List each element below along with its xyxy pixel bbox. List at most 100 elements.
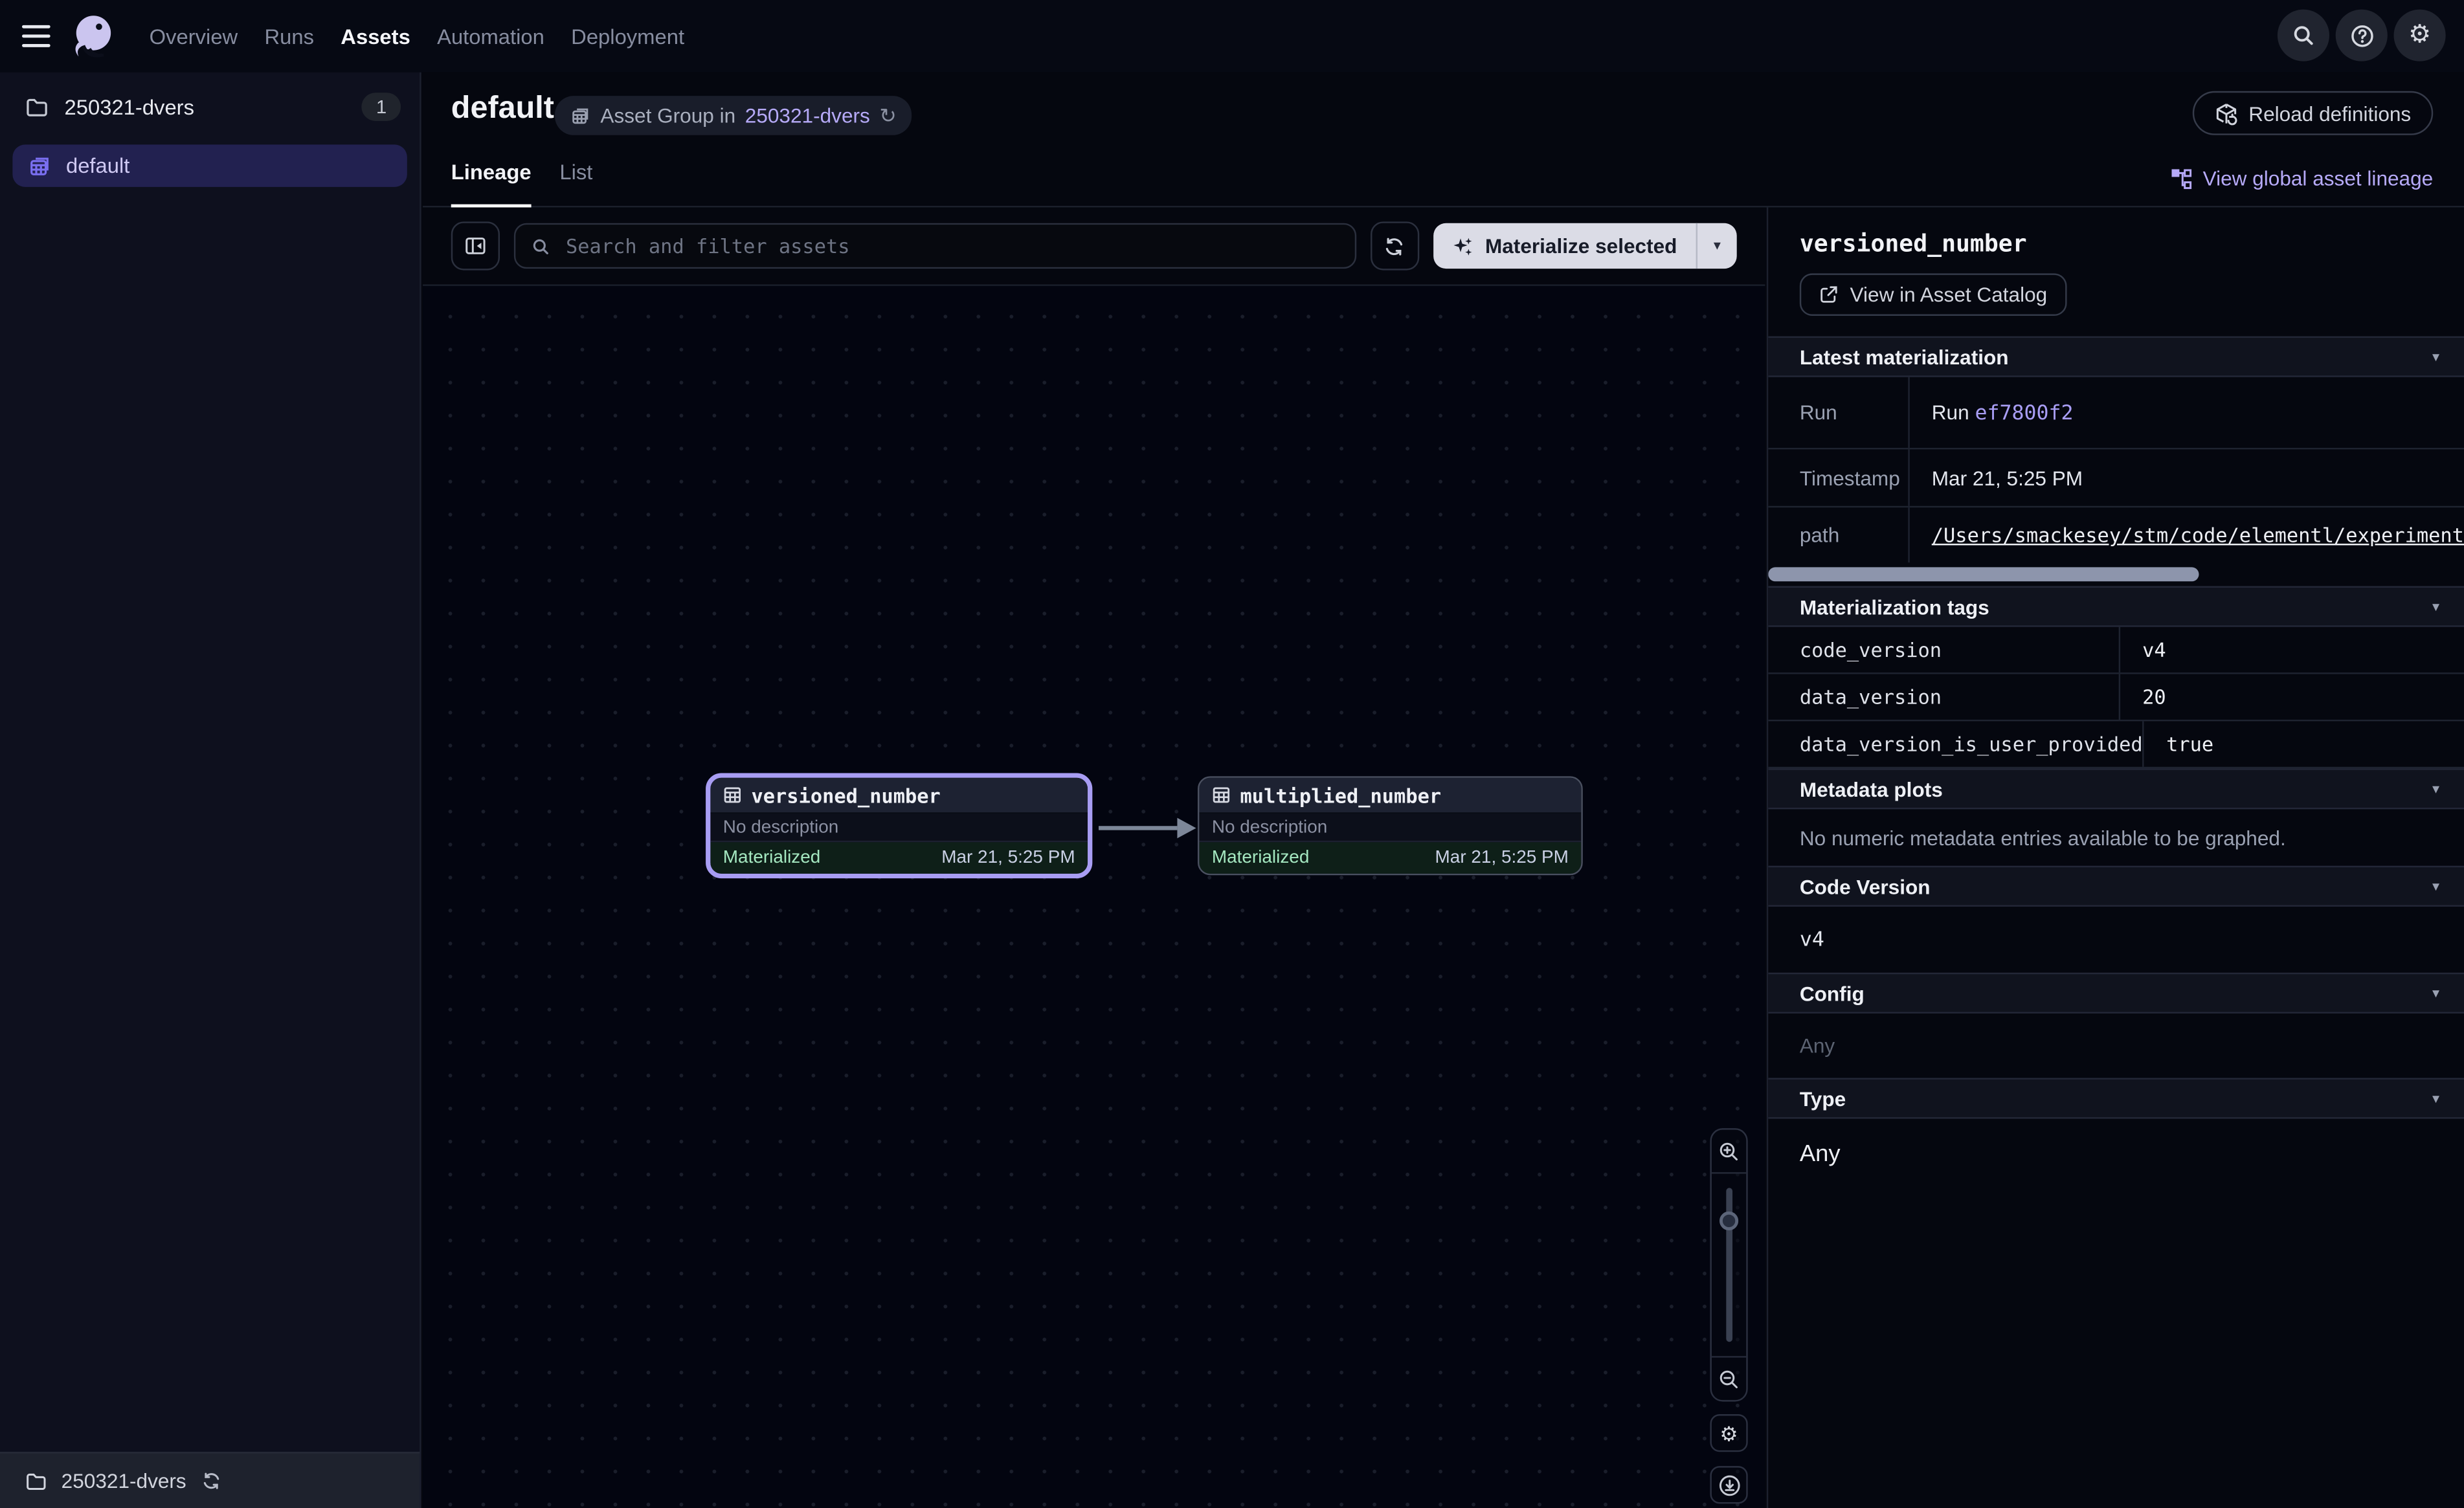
expand-panel-icon[interactable] <box>451 221 500 270</box>
section-metadata-plots[interactable]: Metadata plots ▾ <box>1768 768 2464 809</box>
reload-definitions-button[interactable]: Reload definitions <box>2192 91 2433 135</box>
asset-search-box <box>514 223 1356 269</box>
asset-node-description: No description <box>1199 814 1581 843</box>
zoom-in-icon[interactable] <box>1712 1130 1746 1173</box>
refresh-icon[interactable]: ↻ <box>879 103 896 128</box>
asset-node-header: multiplied_number <box>1199 778 1581 814</box>
asset-node-description: No description <box>710 814 1088 843</box>
table-icon <box>1212 786 1231 804</box>
zoom-out-icon[interactable] <box>1712 1358 1746 1401</box>
metadata-plots-empty-text: No numeric metadata entries available to… <box>1768 809 2464 865</box>
nav-automation[interactable]: Automation <box>437 25 544 48</box>
chip-prefix: Asset Group in <box>600 104 735 127</box>
run-key: Run <box>1768 377 1910 448</box>
search-input[interactable] <box>563 232 1339 259</box>
materialize-dropdown-caret[interactable]: ▾ <box>1697 223 1737 269</box>
asset-node-footer: Materialized Mar 21, 5:25 PM <box>1199 842 1581 874</box>
materialized-status: Materialized <box>723 848 821 867</box>
main-nav: Overview Runs Assets Automation Deployme… <box>150 25 684 48</box>
settings-gear-icon[interactable]: ⚙ <box>2394 10 2446 61</box>
lineage-edge-arrow <box>1095 806 1199 850</box>
graph-settings-gear-icon[interactable]: ⚙ <box>1710 1414 1747 1452</box>
horizontal-scrollbar <box>1768 562 2464 586</box>
chevron-down-icon: ▾ <box>2432 780 2439 797</box>
materialized-timestamp: Mar 21, 5:25 PM <box>941 848 1075 867</box>
tag-row: code_version v4 <box>1768 627 2464 674</box>
latest-timestamp-row: Timestamp Mar 21, 5:25 PM <box>1768 449 2464 507</box>
view-in-asset-catalog-button[interactable]: View in Asset Catalog <box>1800 273 2066 316</box>
external-link-icon <box>1819 284 1839 305</box>
view-global-asset-lineage-label: View global asset lineage <box>2203 166 2434 190</box>
tag-value: v4 <box>2120 638 2166 661</box>
materialize-main[interactable]: Materialize selected <box>1433 223 1696 269</box>
latest-path-row: path /Users/smackesey/stm/code/elementl/… <box>1768 507 2464 562</box>
sidebar-group-row[interactable]: 250321-dvers 1 <box>0 85 420 129</box>
nav-overview[interactable]: Overview <box>150 25 238 48</box>
materialized-timestamp: Mar 21, 5:25 PM <box>1435 848 1569 867</box>
zoom-controls <box>1710 1128 1747 1401</box>
tab-lineage[interactable]: Lineage <box>451 161 532 208</box>
asset-count-badge: 1 <box>362 93 401 121</box>
path-key: path <box>1768 507 1910 562</box>
materialize-selected-button[interactable]: Materialize selected ▾ <box>1433 223 1737 269</box>
section-materialization-tags[interactable]: Materialization tags ▾ <box>1768 586 2464 627</box>
nav-assets[interactable]: Assets <box>341 25 410 48</box>
dagster-app: Overview Runs Assets Automation Deployme… <box>0 0 2464 1508</box>
section-config[interactable]: Config ▾ <box>1768 973 2464 1014</box>
dagster-logo-icon[interactable] <box>67 11 118 61</box>
chip-group-link[interactable]: 250321-dvers <box>745 104 870 127</box>
code-version-value: v4 <box>1768 907 2464 973</box>
table-icon <box>723 786 742 804</box>
reload-definitions-label: Reload definitions <box>2248 102 2411 125</box>
lineage-toolbar: Materialize selected ▾ <box>423 207 1765 285</box>
config-value: Any <box>1768 1014 2464 1078</box>
refresh-graph-icon[interactable] <box>1371 221 1419 270</box>
download-image-icon[interactable] <box>1710 1466 1747 1503</box>
asset-node-header: versioned_number <box>710 778 1088 814</box>
path-link[interactable]: /Users/smackesey/stm/code/elementl/exper… <box>1932 523 2464 546</box>
nav-runs[interactable]: Runs <box>265 25 315 48</box>
chevron-down-icon: ▾ <box>2432 984 2439 1002</box>
section-label: Config <box>1800 981 1865 1004</box>
tag-row: data_version_is_user_provided true <box>1768 721 2464 768</box>
top-icon-group: ⚙ <box>2278 10 2446 61</box>
view-global-asset-lineage-link[interactable]: View global asset lineage <box>2170 166 2434 190</box>
section-label: Latest materialization <box>1800 345 2009 368</box>
tag-key: data_version <box>1768 674 2120 720</box>
asset-node-name: multiplied_number <box>1240 783 1442 806</box>
materialize-selected-label: Materialize selected <box>1485 234 1677 258</box>
tag-value: 20 <box>2120 685 2166 709</box>
scrollbar-thumb[interactable] <box>1768 567 2199 581</box>
run-id-link[interactable]: ef7800f2 <box>1975 401 2073 425</box>
section-code-version[interactable]: Code Version ▾ <box>1768 866 2464 907</box>
run-prefix: Run <box>1932 400 1969 423</box>
nav-deployment[interactable]: Deployment <box>571 25 684 48</box>
reload-cube-icon <box>2214 102 2237 125</box>
sidebar-group-name: 250321-dvers <box>65 95 346 118</box>
lineage-canvas[interactable]: versioned_number No description Material… <box>423 286 1765 1508</box>
asset-node-multiplied-number[interactable]: multiplied_number No description Materia… <box>1198 776 1583 875</box>
folder-icon <box>25 95 49 118</box>
sidebar-item-label: default <box>66 154 129 177</box>
panel-asset-title: versioned_number <box>1800 229 2464 258</box>
asset-node-versioned-number[interactable]: versioned_number No description Material… <box>706 773 1092 878</box>
chevron-down-icon: ▾ <box>2432 348 2439 366</box>
menu-icon[interactable] <box>22 25 50 47</box>
asset-groups-sidebar: 250321-dvers 1 default 250321-dvers <box>0 72 421 1508</box>
tab-list[interactable]: List <box>559 161 592 208</box>
sidebar-item-default[interactable]: default <box>12 144 407 187</box>
screenshot-stage: Overview Runs Assets Automation Deployme… <box>0 0 2464 1508</box>
refresh-icon[interactable] <box>201 1470 221 1491</box>
section-label: Metadata plots <box>1800 777 1943 801</box>
zoom-slider[interactable] <box>1712 1172 1746 1357</box>
section-type[interactable]: Type ▾ <box>1768 1078 2464 1118</box>
help-icon[interactable] <box>2336 10 2388 61</box>
section-latest-materialization[interactable]: Latest materialization ▾ <box>1768 337 2464 377</box>
search-icon[interactable] <box>2278 10 2329 61</box>
sidebar-footer: 250321-dvers <box>0 1452 420 1508</box>
chevron-down-icon: ▾ <box>2432 598 2439 615</box>
top-nav-bar: Overview Runs Assets Automation Deployme… <box>0 0 2464 72</box>
zoom-slider-thumb[interactable] <box>1719 1212 1738 1230</box>
asset-node-footer: Materialized Mar 21, 5:25 PM <box>710 842 1088 874</box>
chevron-down-icon: ▾ <box>2432 878 2439 895</box>
